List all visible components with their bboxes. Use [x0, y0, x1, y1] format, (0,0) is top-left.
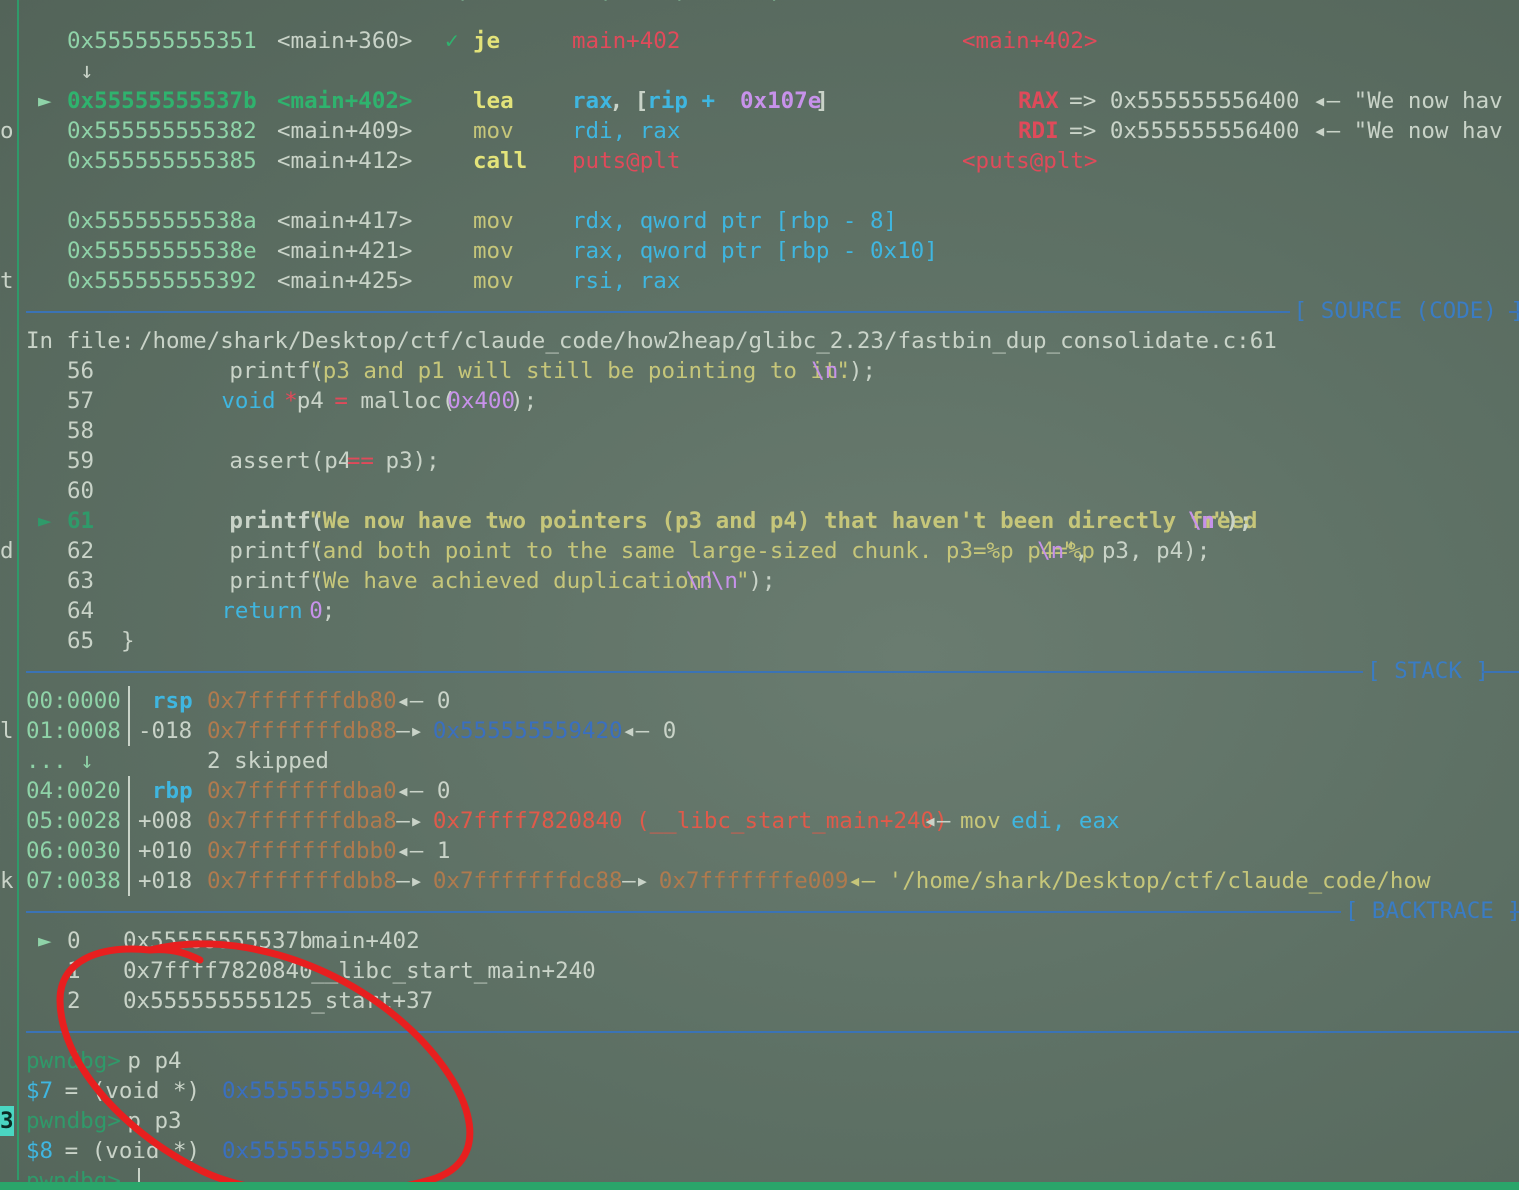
terminal-window[interactable]: otdl3k 0x55555555534d <main+356> cmp rax…: [0, 0, 1519, 1190]
status-bar: [0, 1182, 1519, 1190]
red-circle-annotation: [56, 940, 474, 1190]
